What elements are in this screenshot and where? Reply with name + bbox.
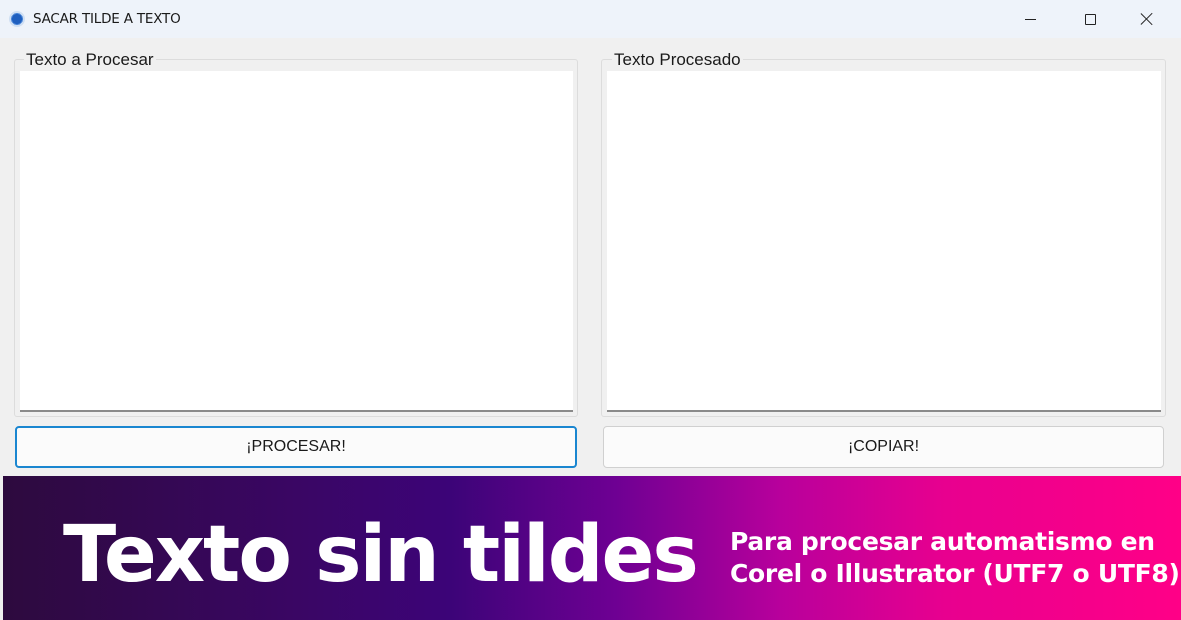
input-group-label: Texto a Procesar (24, 50, 156, 70)
close-icon (1140, 12, 1154, 26)
promo-banner: Texto sin tildes Para procesar automatis… (3, 476, 1181, 620)
input-textarea[interactable] (20, 71, 573, 412)
app-icon (9, 11, 25, 27)
banner-subtitle: Para procesar automatismo en Corel o Ill… (730, 526, 1180, 590)
output-groupbox: Texto Procesado (601, 50, 1166, 417)
output-textarea[interactable] (607, 71, 1161, 412)
app-window: SACAR TILDE A TEXTO Texto a Procesar Tex… (0, 0, 1181, 620)
banner-subtitle-line-1: Para procesar automatismo en (730, 527, 1155, 556)
process-button[interactable]: ¡PROCESAR! (15, 426, 577, 468)
close-button[interactable] (1121, 0, 1173, 38)
banner-title: Texto sin tildes (63, 510, 699, 600)
title-bar[interactable]: SACAR TILDE A TEXTO (0, 0, 1181, 38)
maximize-icon (1084, 13, 1096, 25)
banner-subtitle-line-2: Corel o Illustrator (UTF7 o UTF8) (730, 559, 1180, 588)
output-group-label: Texto Procesado (612, 50, 743, 70)
copy-button[interactable]: ¡COPIAR! (603, 426, 1164, 468)
minimize-icon (1024, 18, 1036, 20)
window-title: SACAR TILDE A TEXTO (33, 11, 181, 27)
minimize-button[interactable] (1004, 0, 1056, 38)
input-groupbox: Texto a Procesar (14, 50, 578, 417)
maximize-button[interactable] (1064, 0, 1116, 38)
